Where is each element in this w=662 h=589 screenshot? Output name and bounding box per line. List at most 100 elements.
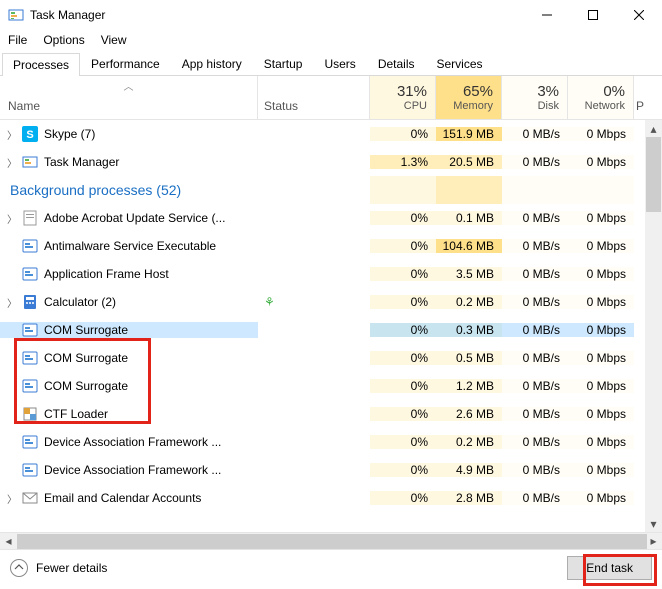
expand-icon[interactable]: 〉	[6, 491, 18, 506]
network-cell: 0 Mbps	[568, 491, 634, 505]
cpu-cell: 0%	[370, 323, 436, 337]
tab-services[interactable]: Services	[426, 52, 494, 75]
col-header-name[interactable]: ︿ Name	[0, 76, 258, 119]
disk-cell: 0 MB/s	[502, 323, 568, 337]
scroll-down-icon[interactable]: ▾	[645, 515, 662, 532]
process-icon	[22, 154, 38, 170]
process-name: COM Surrogate	[44, 351, 128, 365]
process-icon	[22, 434, 38, 450]
menu-view[interactable]: View	[101, 33, 127, 47]
expand-icon[interactable]: 〉	[6, 127, 18, 142]
col-header-status[interactable]: Status	[258, 76, 370, 119]
fewer-details-button[interactable]: Fewer details	[10, 559, 107, 577]
table-row[interactable]: 〉SSkype (7)0%151.9 MB0 MB/s0 Mbps	[0, 120, 662, 148]
network-cell: 0 Mbps	[568, 379, 634, 393]
cpu-label: CPU	[370, 100, 427, 112]
table-row[interactable]: Device Association Framework ...0%4.9 MB…	[0, 456, 662, 484]
process-icon	[22, 210, 38, 226]
svg-text:S: S	[26, 129, 33, 141]
process-name: Skype (7)	[44, 127, 95, 141]
tab-users[interactable]: Users	[313, 52, 366, 75]
memory-cell: 4.9 MB	[436, 463, 502, 477]
memory-cell: 2.8 MB	[436, 491, 502, 505]
scroll-thumb[interactable]	[646, 137, 661, 212]
table-row[interactable]: COM Surrogate0%0.3 MB0 MB/s0 Mbps	[0, 316, 662, 344]
scroll-up-icon[interactable]: ▴	[645, 120, 662, 137]
title-bar: Task Manager	[0, 0, 662, 30]
col-header-memory[interactable]: 65% Memory	[436, 76, 502, 119]
expand-icon[interactable]: 〉	[6, 295, 18, 310]
network-cell: 0 Mbps	[568, 267, 634, 281]
disk-label: Disk	[502, 100, 559, 112]
expand-icon[interactable]: 〉	[6, 211, 18, 226]
cpu-cell: 0%	[370, 211, 436, 225]
leaf-icon: ⚘	[264, 295, 275, 309]
disk-cell: 0 MB/s	[502, 155, 568, 169]
fewer-details-label: Fewer details	[36, 561, 107, 575]
network-cell: 0 Mbps	[568, 463, 634, 477]
process-icon	[22, 406, 38, 422]
maximize-button[interactable]	[570, 0, 616, 30]
disk-cell: 0 MB/s	[502, 267, 568, 281]
network-cell: 0 Mbps	[568, 211, 634, 225]
disk-cell: 0 MB/s	[502, 379, 568, 393]
table-row[interactable]: Antimalware Service Executable0%104.6 MB…	[0, 232, 662, 260]
app-icon	[8, 7, 24, 23]
expand-icon[interactable]: 〉	[6, 155, 18, 170]
disk-cell: 0 MB/s	[502, 435, 568, 449]
process-name: Email and Calendar Accounts	[44, 491, 201, 505]
process-name: COM Surrogate	[44, 379, 128, 393]
table-row[interactable]: COM Surrogate0%0.5 MB0 MB/s0 Mbps	[0, 344, 662, 372]
tab-app-history[interactable]: App history	[171, 52, 253, 75]
network-pct: 0%	[568, 83, 625, 100]
hscroll-left-icon[interactable]: ◂	[0, 533, 17, 550]
process-icon	[22, 322, 38, 338]
scroll-track[interactable]	[645, 137, 662, 515]
process-icon	[22, 462, 38, 478]
table-row[interactable]: Device Association Framework ...0%0.2 MB…	[0, 428, 662, 456]
table-row[interactable]: 〉Calculator (2)⚘0%0.2 MB0 MB/s0 Mbps	[0, 288, 662, 316]
table-row[interactable]: COM Surrogate0%1.2 MB0 MB/s0 Mbps	[0, 372, 662, 400]
menu-file[interactable]: File	[8, 33, 27, 47]
table-row[interactable]: Application Frame Host0%3.5 MB0 MB/s0 Mb…	[0, 260, 662, 288]
disk-cell: 0 MB/s	[502, 239, 568, 253]
memory-cell: 3.5 MB	[436, 267, 502, 281]
tab-performance[interactable]: Performance	[80, 52, 171, 75]
end-task-button[interactable]: End task	[567, 556, 652, 580]
disk-cell: 0 MB/s	[502, 295, 568, 309]
table-row[interactable]: 〉Adobe Acrobat Update Service (...0%0.1 …	[0, 204, 662, 232]
table-row[interactable]: 〉Task Manager1.3%20.5 MB0 MB/s0 Mbps	[0, 148, 662, 176]
network-cell: 0 Mbps	[568, 435, 634, 449]
memory-cell: 0.5 MB	[436, 351, 502, 365]
sort-indicator-icon: ︿	[124, 78, 134, 93]
cpu-cell: 0%	[370, 351, 436, 365]
cpu-cell: 0%	[370, 379, 436, 393]
table-row[interactable]: CTF Loader0%2.6 MB0 MB/s0 Mbps	[0, 400, 662, 428]
hscroll-thumb[interactable]	[17, 534, 647, 549]
minimize-button[interactable]	[524, 0, 570, 30]
hscroll-right-icon[interactable]: ▸	[645, 533, 662, 550]
tab-details[interactable]: Details	[367, 52, 426, 75]
col-header-disk[interactable]: 3% Disk	[502, 76, 568, 119]
col-header-network[interactable]: 0% Network	[568, 76, 634, 119]
table-row[interactable]: 〉Email and Calendar Accounts0%2.8 MB0 MB…	[0, 484, 662, 512]
menu-options[interactable]: Options	[43, 33, 84, 47]
horizontal-scrollbar[interactable]: ◂ ▸	[0, 532, 662, 549]
col-header-cpu[interactable]: 31% CPU	[370, 76, 436, 119]
process-name: Task Manager	[44, 155, 119, 169]
process-icon: S	[22, 126, 38, 142]
tab-processes[interactable]: Processes	[2, 53, 80, 76]
process-icon	[22, 238, 38, 254]
process-name: CTF Loader	[44, 407, 108, 421]
hscroll-track[interactable]	[17, 533, 645, 550]
network-cell: 0 Mbps	[568, 127, 634, 141]
process-name: COM Surrogate	[44, 323, 128, 337]
vertical-scrollbar[interactable]: ▴ ▾	[645, 120, 662, 532]
col-header-extra[interactable]: P	[634, 76, 650, 119]
tab-startup[interactable]: Startup	[253, 52, 314, 75]
tab-strip: Processes Performance App history Startu…	[0, 52, 662, 76]
cpu-cell: 0%	[370, 491, 436, 505]
process-name: Calculator (2)	[44, 295, 116, 309]
disk-cell: 0 MB/s	[502, 463, 568, 477]
close-button[interactable]	[616, 0, 662, 30]
